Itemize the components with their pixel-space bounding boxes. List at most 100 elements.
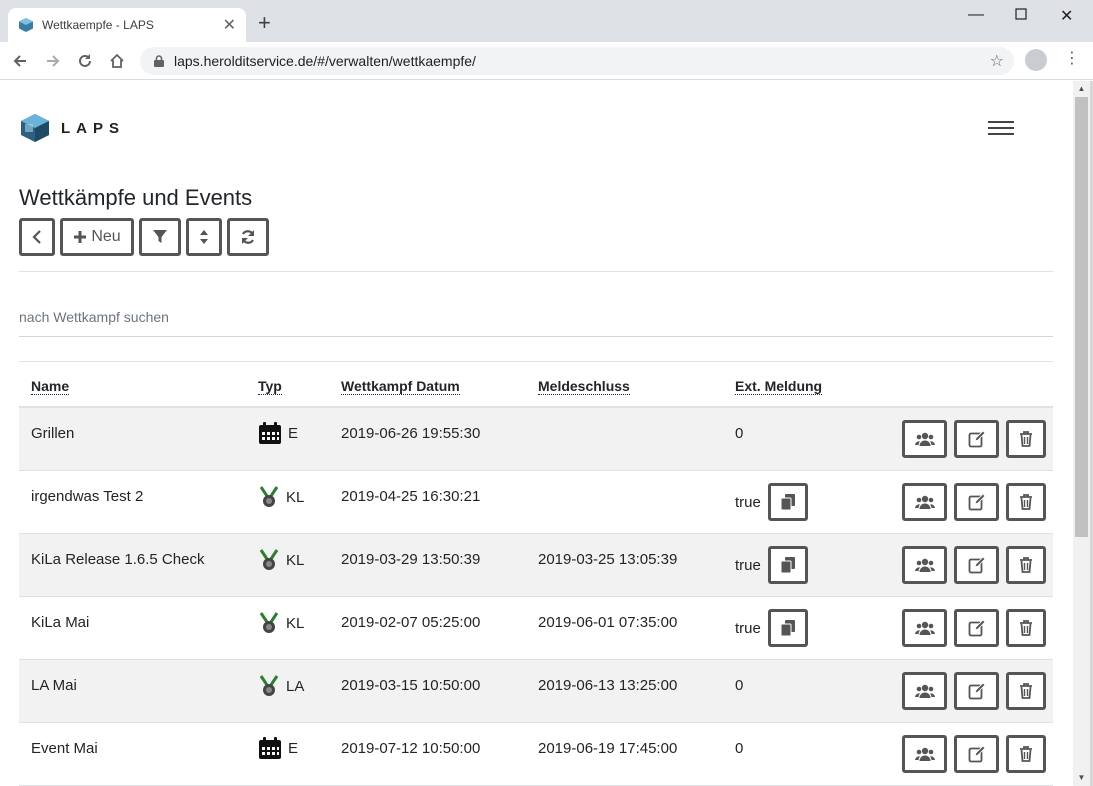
row-actions — [902, 420, 1046, 458]
delete-button[interactable] — [1006, 483, 1046, 521]
cell-meldeschluss: 2019-06-01 07:35:00 — [538, 614, 678, 631]
brand-name: LAPS — [61, 119, 126, 137]
sort-icon — [200, 230, 208, 244]
cell-typ: KL — [258, 612, 304, 634]
participants-button[interactable] — [902, 420, 947, 458]
window-maximize-icon[interactable] — [1015, 7, 1027, 25]
filter-icon — [153, 230, 167, 243]
edit-icon — [968, 619, 986, 637]
search-input[interactable] — [19, 297, 1053, 337]
browser-address-bar: laps.herolditservice.de/#/verwalten/wett… — [0, 42, 1093, 80]
column-header-datum[interactable]: Wettkampf Datum — [341, 378, 460, 395]
copy-link-button[interactable] — [768, 546, 808, 584]
delete-button[interactable] — [1006, 420, 1046, 458]
url-field[interactable]: laps.herolditservice.de/#/verwalten/wett… — [140, 47, 1014, 75]
chevron-left-icon — [32, 230, 41, 244]
trash-icon — [1019, 746, 1033, 762]
cell-datum: 2019-07-12 10:50:00 — [341, 740, 481, 757]
back-button[interactable] — [19, 218, 55, 256]
table-row: LA Mai LA 2019-03-15 10:50:00 2019-06-13 13… — [19, 660, 1053, 723]
competitions-table: Name Typ Wettkampf Datum Meldeschluss Ex… — [19, 361, 1053, 786]
lock-icon — [154, 55, 164, 67]
cell-ext-meldung: 0 — [735, 425, 744, 442]
edit-icon — [968, 430, 986, 448]
participants-button[interactable] — [902, 483, 947, 521]
edit-icon — [968, 682, 986, 700]
users-icon — [914, 683, 935, 699]
delete-button[interactable] — [1006, 609, 1046, 647]
edit-button[interactable] — [954, 483, 999, 521]
calendar-icon — [258, 736, 288, 760]
medal-icon — [258, 549, 286, 571]
sort-button[interactable] — [186, 218, 222, 256]
browser-tab[interactable]: Wettkaempfe - LAPS ✕ — [8, 8, 246, 42]
forward-arrow-icon[interactable] — [42, 50, 64, 72]
browser-menu-icon[interactable]: ⋮ — [1064, 51, 1080, 67]
delete-button[interactable] — [1006, 672, 1046, 710]
laps-favicon-icon — [18, 17, 34, 33]
column-header-typ[interactable]: Typ — [258, 378, 282, 395]
cell-ext-meldung: true — [735, 494, 761, 511]
column-header-name[interactable]: Name — [31, 378, 70, 395]
new-tab-icon[interactable]: + — [258, 12, 271, 34]
scroll-up-arrow-icon[interactable]: ▲ — [1073, 81, 1090, 97]
cell-name: KiLa Release 1.6.5 Check — [31, 551, 205, 568]
medal-icon — [258, 675, 286, 697]
cell-datum: 2019-03-29 13:50:39 — [341, 551, 481, 568]
delete-button[interactable] — [1006, 735, 1046, 773]
cell-name: irgendwas Test 2 — [31, 488, 144, 505]
edit-button[interactable] — [954, 672, 999, 710]
cell-name: LA Mai — [31, 677, 77, 694]
cell-datum: 2019-06-26 19:55:30 — [341, 425, 481, 442]
cell-typ: KL — [258, 486, 304, 508]
participants-button[interactable] — [902, 546, 947, 584]
cell-datum: 2019-04-25 16:30:21 — [341, 488, 481, 505]
participants-button[interactable] — [902, 672, 947, 710]
edit-icon — [968, 745, 986, 763]
bookmark-star-icon[interactable]: ☆ — [990, 51, 1004, 71]
toolbar: Neu — [19, 218, 269, 256]
participants-button[interactable] — [902, 609, 947, 647]
row-actions — [902, 483, 1046, 521]
copy-link-button[interactable] — [768, 483, 808, 521]
cell-meldeschluss: 2019-06-19 17:45:00 — [538, 740, 678, 757]
copy-link-button[interactable] — [768, 609, 808, 647]
home-icon[interactable] — [106, 50, 128, 72]
window-close-icon[interactable]: ✕ — [1060, 6, 1073, 26]
window-minimize-icon[interactable]: — — [968, 6, 984, 24]
trash-icon — [1019, 620, 1033, 636]
reload-icon[interactable] — [74, 50, 96, 72]
back-arrow-icon[interactable] — [9, 50, 31, 72]
edit-button[interactable] — [954, 609, 999, 647]
edit-button[interactable] — [954, 735, 999, 773]
copy-icon — [781, 557, 795, 573]
delete-button[interactable] — [1006, 546, 1046, 584]
users-icon — [914, 494, 935, 510]
page-title: Wettkämpfe und Events — [19, 185, 253, 210]
refresh-button[interactable] — [227, 218, 269, 256]
app-logo[interactable]: LAPS — [19, 112, 125, 144]
edit-button[interactable] — [954, 546, 999, 584]
edit-button[interactable] — [954, 420, 999, 458]
participants-button[interactable] — [902, 735, 947, 773]
profile-avatar-icon[interactable] — [1025, 49, 1047, 71]
new-button[interactable]: Neu — [60, 218, 134, 256]
browser-tab-title: Wettkaempfe - LAPS — [42, 18, 154, 32]
column-header-ext-meldung[interactable]: Ext. Meldung — [735, 378, 823, 395]
table-row: irgendwas Test 2 KL 2019-04-25 16:30:21 tru… — [19, 471, 1053, 534]
hamburger-menu-icon[interactable] — [988, 121, 1014, 135]
cell-name: KiLa Mai — [31, 614, 90, 631]
vertical-scrollbar[interactable]: ▲ ▼ — [1073, 81, 1090, 786]
filter-button[interactable] — [139, 218, 181, 256]
cell-ext-meldung: true — [735, 557, 761, 574]
scroll-down-arrow-icon[interactable]: ▼ — [1073, 770, 1090, 786]
tab-close-icon[interactable]: ✕ — [223, 15, 236, 35]
scrollbar-thumb[interactable] — [1075, 97, 1088, 537]
medal-icon — [258, 612, 286, 634]
cell-meldeschluss: 2019-06-13 13:25:00 — [538, 677, 678, 694]
row-actions — [902, 546, 1046, 584]
column-header-meldeschluss[interactable]: Meldeschluss — [538, 378, 630, 395]
cell-typ-label: KL — [286, 551, 305, 569]
users-icon — [914, 620, 935, 636]
url-text: laps.herolditservice.de/#/verwalten/wett… — [174, 53, 476, 69]
